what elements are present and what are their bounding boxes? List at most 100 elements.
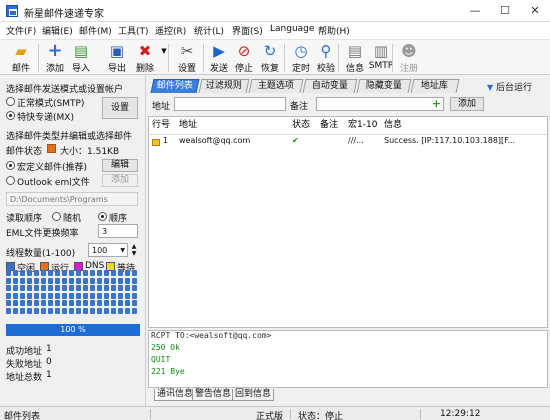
minimize-button[interactable]: —: [460, 0, 490, 22]
menu-language[interactable]: Language: [270, 24, 314, 34]
sequence-label: 顺序: [109, 214, 128, 224]
thread-cell: [132, 285, 137, 292]
refresh-icon: ↻: [263, 42, 277, 60]
thread-cell: [55, 300, 60, 307]
thread-cell: [104, 285, 109, 292]
menu-edit[interactable]: 编辑(E): [42, 24, 73, 37]
menu-file[interactable]: 文件(F): [6, 24, 36, 37]
thread-cell: [62, 270, 67, 276]
mail-button[interactable]: ▰ 邮件: [6, 42, 36, 74]
tab-hidden-variables[interactable]: 隐藏变量: [356, 79, 412, 93]
thread-cell: [69, 277, 74, 284]
mail-list: 行号 地址 状态 备注 宏1-10 信息 1 wealsoft@qq.com ✔…: [148, 116, 548, 328]
import-button[interactable]: ▤ 导入: [66, 42, 96, 74]
col-num[interactable]: 行号: [152, 117, 170, 133]
thread-cell: [125, 270, 130, 276]
settings-button[interactable]: ✂ 设置: [172, 42, 202, 74]
thread-cell: [13, 270, 18, 276]
thread-cell: [76, 300, 81, 307]
col-note[interactable]: 备注: [320, 117, 338, 133]
thread-cell: [41, 285, 46, 292]
log-tabs: 通讯信息 警告信息 回到信息: [148, 389, 448, 401]
thread-cell: [97, 270, 102, 276]
thread-cell: [41, 308, 46, 314]
thread-cell: [62, 292, 67, 299]
edit-button[interactable]: 编辑: [102, 159, 138, 172]
col-address[interactable]: 地址: [179, 117, 197, 133]
register-button[interactable]: ☻ 注册: [394, 42, 424, 74]
tab-subject-options[interactable]: 主题选项: [248, 79, 304, 93]
menu-ui[interactable]: 界面(S): [232, 24, 263, 37]
thread-cell: [6, 292, 11, 299]
col-status[interactable]: 状态: [292, 117, 310, 133]
sequence-radio[interactable]: [98, 212, 107, 221]
menu-mail[interactable]: 邮件(M): [79, 24, 112, 37]
tab-mail-list[interactable]: 邮件列表: [150, 79, 200, 93]
background-run-toggle[interactable]: ▼ 后台运行: [487, 80, 532, 93]
thread-cell: [97, 300, 102, 307]
path-field[interactable]: D:\Documents\Programs: [6, 192, 138, 206]
chevron-down-icon: ▼: [120, 247, 125, 254]
thread-cell: [41, 292, 46, 299]
delete-dropdown[interactable]: ▼: [155, 42, 166, 74]
thread-cell: [118, 292, 123, 299]
thread-cell: [111, 292, 116, 299]
success-value: 1: [46, 344, 52, 354]
outlook-radio[interactable]: [6, 176, 15, 185]
info-icon: ▤: [347, 42, 363, 60]
col-macro[interactable]: 宏1-10: [348, 117, 377, 133]
thread-cell: [27, 277, 32, 284]
threads-spinner[interactable]: ▲ ▼: [130, 243, 138, 257]
thread-cell: [13, 292, 18, 299]
thread-cell: [34, 277, 39, 284]
tab-filter-rules[interactable]: 过滤规则: [198, 79, 250, 93]
random-radio[interactable]: [52, 212, 61, 221]
menu-tools[interactable]: 工具(T): [118, 24, 149, 37]
log-tab-return[interactable]: 回到信息: [232, 389, 275, 401]
thread-cell: [118, 277, 123, 284]
fail-value: 0: [46, 357, 52, 367]
tab-auto-variables[interactable]: 自动变量: [302, 79, 358, 93]
thread-cell: [76, 308, 81, 314]
status-bar: 邮件列表 正式版 状态：停止 12:29:12: [0, 406, 550, 420]
note-input[interactable]: +: [316, 97, 444, 111]
tab-address-book[interactable]: 地址库: [410, 79, 460, 93]
maximize-button[interactable]: ☐: [490, 0, 520, 22]
thread-cell: [125, 300, 130, 307]
mode-label: 选择邮件发送模式或设置帐户: [6, 85, 124, 95]
mode-fast-label: 特快专递(MX): [17, 113, 74, 123]
thread-cell: [83, 308, 88, 314]
row-address: wealsoft@qq.com: [179, 136, 251, 145]
thread-cell: [69, 308, 74, 314]
menu-stats[interactable]: 统计(L): [194, 24, 224, 37]
verify-button[interactable]: ⚲ 校验: [311, 42, 341, 74]
macro-radio[interactable]: [6, 161, 15, 170]
eml-freq-input[interactable]: 3: [98, 224, 138, 238]
address-input[interactable]: [174, 97, 286, 111]
export-button[interactable]: ▣ 导出: [102, 42, 132, 74]
log-tab-comm[interactable]: 通讯信息: [154, 389, 197, 401]
mode-normal-radio[interactable]: [6, 97, 15, 106]
thread-cell: [104, 270, 109, 276]
close-button[interactable]: ✕: [520, 0, 550, 22]
thread-cell: [97, 308, 102, 314]
thread-cell: [55, 285, 60, 292]
thread-cell: [90, 308, 95, 314]
success-label: 成功地址: [6, 347, 43, 357]
thread-cell: [34, 308, 39, 314]
settings-button[interactable]: 设置: [102, 97, 138, 119]
mode-fast-radio[interactable]: [6, 111, 15, 120]
thread-cell: [125, 285, 130, 292]
filter-add-button[interactable]: 添加: [450, 97, 484, 111]
resume-button[interactable]: ↻ 恢复: [255, 42, 285, 74]
table-row[interactable]: 1 wealsoft@qq.com ✔ ///... Success. [IP:…: [149, 136, 547, 149]
threads-select[interactable]: 100 ▼: [88, 243, 128, 257]
log-tab-warning[interactable]: 警告信息: [192, 389, 235, 401]
note-label: 备注: [290, 102, 309, 112]
menu-remote[interactable]: 遥控(R): [155, 24, 186, 37]
col-info[interactable]: 信息: [384, 117, 402, 133]
thread-cell: [6, 285, 11, 292]
menu-help[interactable]: 帮助(H): [318, 24, 350, 37]
add-eml-button[interactable]: 添加: [102, 174, 138, 187]
chevron-down-icon: ▼: [487, 83, 494, 92]
